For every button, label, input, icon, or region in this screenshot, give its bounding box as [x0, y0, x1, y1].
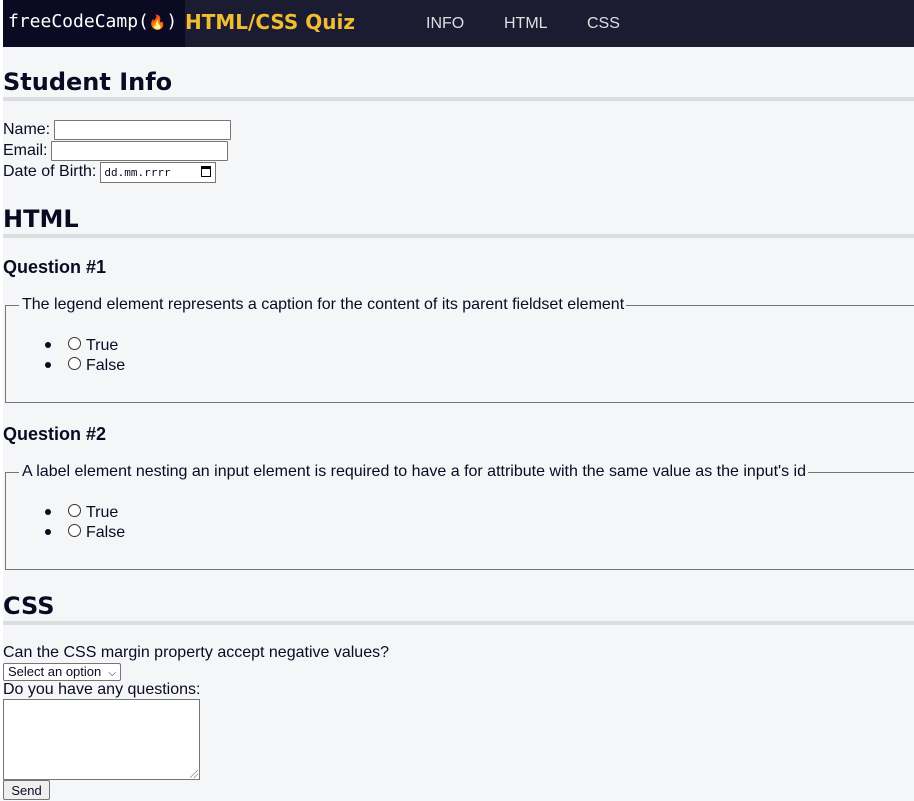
- radio-button[interactable]: [68, 357, 81, 371]
- option-label: True: [86, 504, 119, 521]
- calendar-icon[interactable]: [201, 166, 212, 177]
- fieldset-border: [5, 472, 19, 473]
- dob-placeholder: dd.mm.rrrr: [104, 166, 171, 179]
- answer-select[interactable]: Select an option ⌵: [3, 663, 121, 681]
- resize-handle-icon[interactable]: [190, 770, 198, 778]
- dob-row: Date of Birth: dd.mm.rrrr: [3, 161, 217, 183]
- bullet-icon: [45, 341, 51, 348]
- option-label: False: [86, 524, 126, 541]
- nav-link-html[interactable]: HTML: [504, 0, 548, 47]
- question-2-fieldset: A label element nesting an input element…: [5, 463, 914, 570]
- html-heading: HTML: [3, 204, 914, 238]
- question-1-option-false[interactable]: False: [45, 356, 125, 376]
- send-button[interactable]: Send: [3, 780, 50, 800]
- bullet-icon: [45, 361, 51, 368]
- quiz-title: HTML/CSS Quiz: [185, 10, 355, 34]
- page: freeCodeCamp(🔥) HTML/CSS Quiz INFO HTML …: [3, 0, 914, 800]
- bullet-icon: [45, 508, 51, 515]
- radio-button[interactable]: [68, 524, 81, 538]
- css-question-label: Can the CSS margin property accept negat…: [3, 644, 389, 661]
- freecodecamp-logo[interactable]: freeCodeCamp(🔥): [3, 0, 185, 47]
- css-heading: CSS: [3, 591, 914, 625]
- top-header: freeCodeCamp(🔥) HTML/CSS Quiz INFO HTML …: [3, 0, 914, 47]
- email-input[interactable]: [51, 141, 229, 161]
- question-2-option-false[interactable]: False: [45, 523, 125, 543]
- option-label: True: [86, 337, 119, 354]
- question-1-fieldset: The legend element represents a caption …: [5, 296, 914, 403]
- dob-label: Date of Birth:: [3, 163, 97, 180]
- logo-text: freeCodeCamp(: [8, 11, 149, 32]
- fieldset-border: [626, 305, 914, 306]
- name-input[interactable]: [54, 120, 232, 140]
- question-1-legend: The legend element represents a caption …: [22, 296, 625, 313]
- question-2-option-true[interactable]: True: [45, 503, 118, 523]
- email-label: Email:: [3, 142, 48, 159]
- radio-button[interactable]: [68, 337, 81, 351]
- question-2-title: Question #2: [3, 424, 107, 444]
- name-label: Name:: [3, 121, 51, 138]
- question-2-legend: A label element nesting an input element…: [22, 463, 806, 480]
- question-1-option-true[interactable]: True: [45, 336, 118, 356]
- questions-textarea[interactable]: [3, 699, 200, 780]
- logo-close: ): [166, 11, 178, 32]
- nav-link-css[interactable]: CSS: [587, 0, 620, 47]
- dob-input[interactable]: dd.mm.rrrr: [100, 162, 217, 183]
- fieldset-border: [808, 472, 914, 473]
- question-1-title: Question #1: [3, 257, 107, 277]
- name-row: Name:: [3, 119, 232, 140]
- select-value: Select an option: [8, 664, 102, 679]
- nav-link-info[interactable]: INFO: [426, 0, 464, 47]
- student-info-heading: Student Info: [3, 67, 914, 101]
- email-row: Email:: [3, 140, 229, 161]
- flame-icon: 🔥: [148, 15, 167, 31]
- fieldset-border: [5, 305, 19, 306]
- radio-button[interactable]: [68, 504, 81, 518]
- questions-label: Do you have any questions:: [3, 681, 201, 698]
- option-label: False: [86, 357, 126, 374]
- bullet-icon: [45, 528, 51, 535]
